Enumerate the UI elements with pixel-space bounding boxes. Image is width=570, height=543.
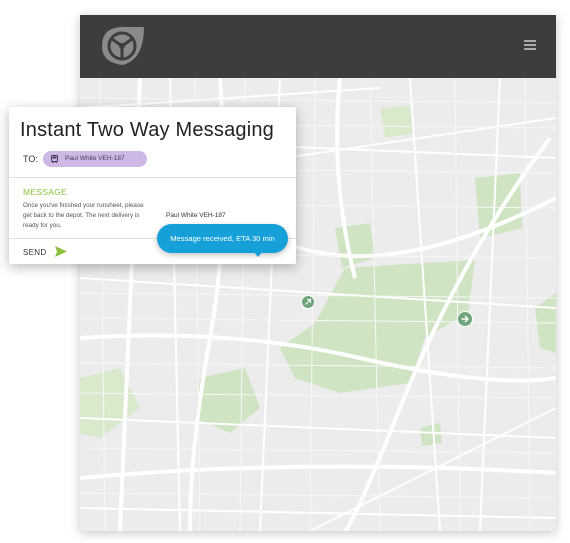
recipient-chip[interactable]: Paul White VEH-187 [43, 151, 147, 167]
top-bar [80, 15, 556, 78]
hamburger-menu-icon[interactable] [524, 40, 536, 50]
reply-text: Message received, ETA 30 min [170, 234, 275, 243]
vehicle-marker-2[interactable] [457, 311, 473, 327]
arrow-icon [305, 298, 312, 305]
reply-bubble: Message received, ETA 30 min [157, 224, 288, 253]
bus-icon [51, 155, 58, 163]
recipient-name: Paul White VEH-187 [65, 155, 125, 162]
send-arrow-icon[interactable] [55, 246, 67, 257]
steering-wheel-icon[interactable] [100, 25, 146, 67]
to-label: TO: [23, 154, 38, 164]
reply-sender-name: Paul White VEH-187 [166, 212, 226, 219]
send-button[interactable]: SEND [23, 248, 46, 257]
divider [9, 177, 296, 178]
card-title: Instant Two Way Messaging [20, 119, 275, 141]
message-label: MESSAGE [23, 187, 68, 197]
arrow-icon [461, 315, 469, 323]
message-body[interactable]: Once you've finished your runsheet, plea… [23, 201, 149, 231]
vehicle-marker-1[interactable] [301, 295, 315, 309]
app-window [80, 15, 556, 531]
bubble-tail [253, 251, 263, 257]
